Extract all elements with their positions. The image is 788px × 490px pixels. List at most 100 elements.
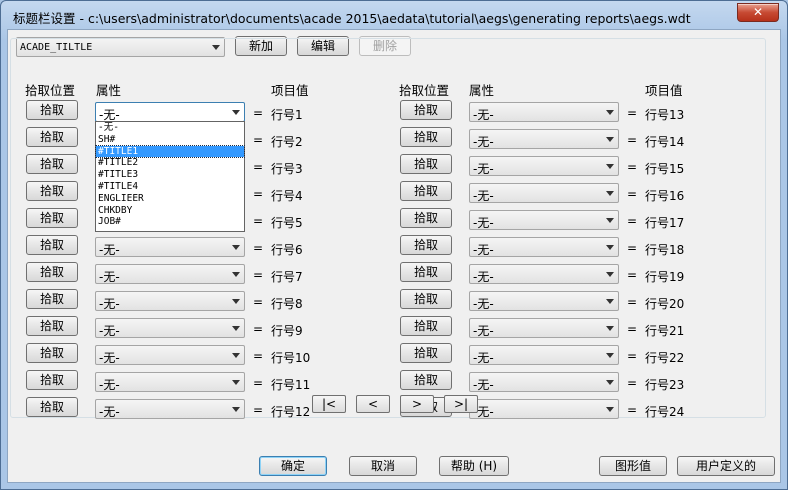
attr-select[interactable]: -无-	[469, 156, 619, 176]
user-defined-button[interactable]: 用户定义的	[677, 456, 775, 476]
pick-button[interactable]: 拾取	[400, 370, 452, 390]
attr-select-value: -无-	[99, 405, 120, 419]
attr-select[interactable]: -无-	[95, 372, 245, 392]
pick-button[interactable]: 拾取	[26, 262, 78, 282]
pick-button[interactable]: 拾取	[400, 289, 452, 309]
chevron-down-icon	[232, 110, 240, 115]
pick-button[interactable]: 拾取	[26, 397, 78, 417]
header-value-left: 项目值	[271, 83, 309, 98]
attr-select[interactable]: -无-	[469, 264, 619, 284]
attr-select[interactable]: -无-	[95, 102, 245, 122]
attr-select[interactable]: -无-	[469, 291, 619, 311]
row-value-label: 行号8	[271, 297, 303, 311]
equals-sign: =	[253, 160, 264, 174]
row-value-label: 行号21	[645, 324, 685, 338]
attr-dropdown-list[interactable]: -无- SH# #TITLE1 #TITLE2 #TITLE3 #TITLE4 ENGLIE…	[95, 121, 245, 232]
dropdown-option[interactable]: #TITLE4	[96, 181, 244, 193]
attr-select-value: -无-	[99, 243, 120, 257]
attr-select[interactable]: -无-	[95, 264, 245, 284]
header-attr-right: 属性	[469, 83, 495, 98]
attr-select-value: -无-	[473, 378, 494, 392]
row-value-label: 行号1	[271, 108, 303, 122]
pick-button[interactable]: 拾取	[400, 100, 452, 120]
attr-select[interactable]: -无-	[469, 345, 619, 365]
chevron-down-icon	[606, 407, 614, 412]
attr-select-value: -无-	[99, 270, 120, 284]
attr-select-value: -无-	[473, 351, 494, 365]
pick-button[interactable]: 拾取	[26, 127, 78, 147]
attr-select[interactable]: -无-	[95, 237, 245, 257]
row-value-label: 行号22	[645, 351, 685, 365]
row-value-label: 行号7	[271, 270, 303, 284]
dropdown-option[interactable]: CHKDBY	[96, 205, 244, 217]
equals-sign: =	[627, 349, 638, 363]
attr-select[interactable]: -无-	[469, 237, 619, 257]
equals-sign: =	[627, 241, 638, 255]
pick-button[interactable]: 拾取	[400, 181, 452, 201]
dropdown-option[interactable]: ENGLIEER	[96, 193, 244, 205]
row-value-label: 行号4	[271, 189, 303, 203]
pick-button[interactable]: 拾取	[26, 100, 78, 120]
help-button[interactable]: 帮助 (H)	[439, 456, 509, 476]
attr-select[interactable]: -无-	[469, 399, 619, 419]
pick-button[interactable]: 拾取	[400, 208, 452, 228]
equals-sign: =	[627, 160, 638, 174]
nav-next-button[interactable]: >	[400, 395, 434, 413]
attr-select[interactable]: -无-	[469, 372, 619, 392]
attr-select[interactable]: -无-	[95, 399, 245, 419]
equals-sign: =	[627, 322, 638, 336]
dropdown-option[interactable]: -无-	[96, 122, 244, 134]
attr-select[interactable]: -无-	[469, 210, 619, 230]
graphic-value-button[interactable]: 图形值	[599, 456, 667, 476]
attr-select-value: -无-	[473, 108, 494, 122]
nav-last-button[interactable]: >|	[444, 395, 478, 413]
pick-button[interactable]: 拾取	[400, 235, 452, 255]
attr-select[interactable]: -无-	[95, 345, 245, 365]
attr-select-value: -无-	[473, 297, 494, 311]
dropdown-option[interactable]: #TITLE2	[96, 157, 244, 169]
pick-button[interactable]: 拾取	[26, 154, 78, 174]
attr-select[interactable]: -无-	[95, 291, 245, 311]
pick-button[interactable]: 拾取	[400, 316, 452, 336]
row-value-label: 行号2	[271, 135, 303, 149]
pick-button[interactable]: 拾取	[400, 343, 452, 363]
dropdown-option[interactable]: SH#	[96, 134, 244, 146]
pick-button[interactable]: 拾取	[26, 370, 78, 390]
pick-button[interactable]: 拾取	[400, 127, 452, 147]
pick-button[interactable]: 拾取	[400, 262, 452, 282]
pick-button[interactable]: 拾取	[26, 235, 78, 255]
chevron-down-icon	[232, 299, 240, 304]
pick-button[interactable]: 拾取	[26, 343, 78, 363]
dropdown-option[interactable]: JOB#	[96, 216, 244, 228]
dropdown-option[interactable]: #TITLE1	[95, 144, 245, 159]
row-value-label: 行号6	[271, 243, 303, 257]
pick-button[interactable]: 拾取	[26, 181, 78, 201]
dropdown-option[interactable]: #TITLE3	[96, 169, 244, 181]
nav-first-button[interactable]: |<	[312, 395, 346, 413]
pick-button[interactable]: 拾取	[26, 316, 78, 336]
close-button[interactable]: ✕	[737, 3, 779, 22]
attr-select-value: -无-	[473, 243, 494, 257]
pick-button[interactable]: 拾取	[26, 208, 78, 228]
chevron-down-icon	[606, 218, 614, 223]
cancel-button[interactable]: 取消	[349, 456, 417, 476]
equals-sign: =	[253, 106, 264, 120]
attr-select[interactable]: -无-	[469, 318, 619, 338]
ok-button[interactable]: 确定	[259, 456, 327, 476]
attr-select-value: -无-	[99, 297, 120, 311]
nav-prev-button[interactable]: <	[356, 395, 390, 413]
chevron-down-icon	[606, 353, 614, 358]
chevron-down-icon	[606, 110, 614, 115]
row-value-label: 行号16	[645, 189, 685, 203]
equals-sign: =	[253, 376, 264, 390]
row-value-label: 行号13	[645, 108, 685, 122]
equals-sign: =	[253, 322, 264, 336]
attr-select[interactable]: -无-	[469, 102, 619, 122]
attr-select[interactable]: -无-	[95, 318, 245, 338]
pick-button[interactable]: 拾取	[26, 289, 78, 309]
chevron-down-icon	[232, 245, 240, 250]
pick-button[interactable]: 拾取	[400, 154, 452, 174]
row-value-label: 行号23	[645, 378, 685, 392]
attr-select[interactable]: -无-	[469, 129, 619, 149]
attr-select[interactable]: -无-	[469, 183, 619, 203]
